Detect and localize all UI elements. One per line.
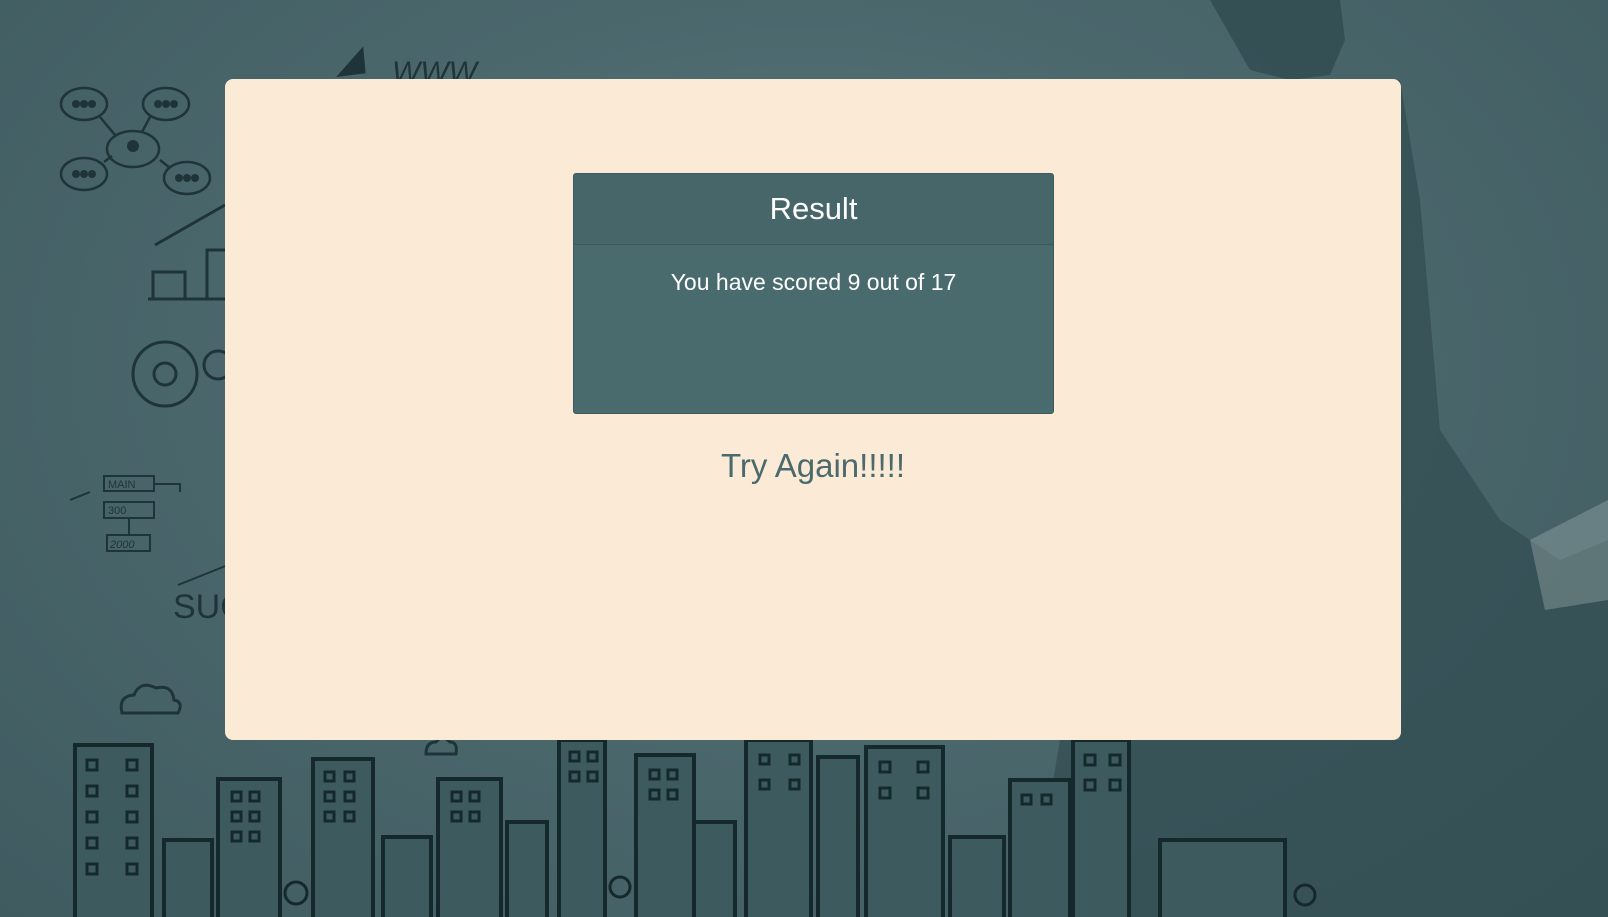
result-panel-header: Result xyxy=(574,174,1053,245)
main-label: MAIN xyxy=(108,479,136,491)
score-text: You have scored 9 out of 17 xyxy=(670,269,957,295)
result-title: Result xyxy=(769,191,858,226)
value-300-label: 300 xyxy=(108,505,126,517)
try-again-message: Try Again!!!!! xyxy=(720,447,905,484)
people-icons xyxy=(72,100,199,182)
growth-chart-sketch xyxy=(148,203,234,301)
result-panel: Result You have scored 9 out of 17 xyxy=(573,173,1054,414)
result-modal: Result You have scored 9 out of 17 Try A… xyxy=(225,79,1401,740)
www-sketch xyxy=(336,46,366,77)
success-sketch xyxy=(177,564,229,586)
gear-icon xyxy=(131,340,234,408)
result-panel-body: You have scored 9 out of 17 xyxy=(574,245,1053,296)
city-skyline xyxy=(73,738,1287,917)
value-2000-label: 2000 xyxy=(109,539,135,551)
